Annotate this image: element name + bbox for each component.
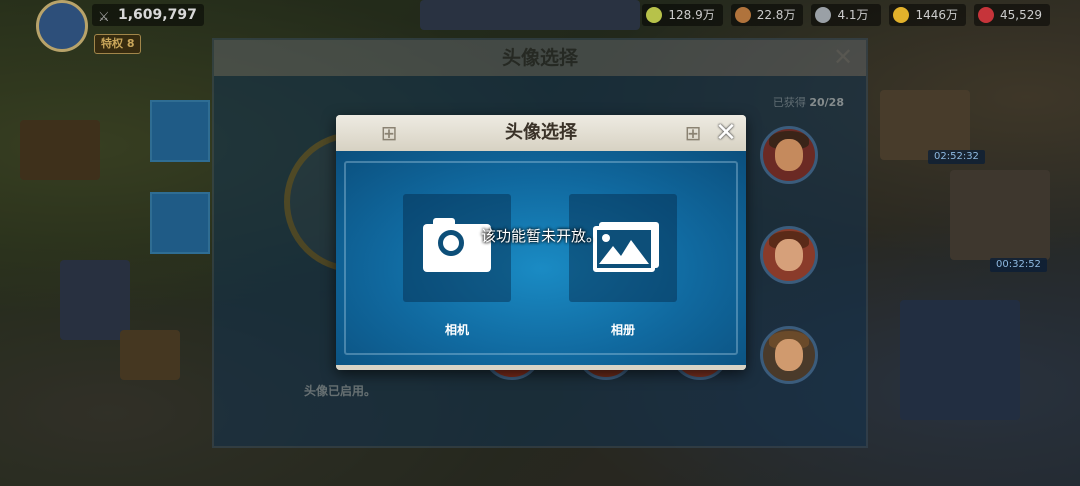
power-value: 1,609,797 — [118, 7, 197, 23]
vip-badge[interactable]: 特权 8 — [94, 34, 142, 54]
camera-label: 相机 — [444, 323, 469, 337]
gallery-label: 相册 — [610, 323, 635, 337]
tab-frame[interactable] — [150, 192, 210, 254]
toast-message: 该功能暂未开放。 — [480, 227, 601, 245]
portrait-face — [775, 339, 803, 371]
portrait-face — [775, 139, 803, 171]
build-timer[interactable]: 00:32:52 — [990, 258, 1047, 272]
resource-value: 4.1万 — [837, 8, 869, 22]
dialog-body: 相机 相册 该功能暂未开放。 — [336, 151, 746, 365]
resource-gem[interactable]: 45,529 — [974, 4, 1050, 26]
panel-title: 头像选择 — [214, 40, 866, 76]
gold-icon — [893, 7, 910, 23]
gem-icon — [978, 7, 994, 23]
resource-value: 45,529 — [1000, 8, 1042, 22]
avatar-option[interactable] — [760, 326, 818, 384]
sword-icon: ⚔ — [98, 10, 110, 25]
close-icon[interactable]: ✕ — [830, 44, 856, 70]
obtained-counter: 已获得 20/28 — [773, 94, 844, 110]
stone-icon — [815, 7, 832, 23]
resource-gold[interactable]: 1446万 — [889, 4, 966, 26]
food-icon — [646, 7, 663, 23]
resource-stone[interactable]: 4.1万 — [811, 4, 882, 26]
dialog-footer — [336, 365, 746, 370]
gallery-button[interactable] — [569, 194, 677, 302]
obtained-count: 20/28 — [809, 96, 844, 109]
portrait-face — [775, 239, 803, 271]
camera-button[interactable] — [403, 194, 511, 302]
resource-bar: 128.9万 22.8万 4.1万 1446万 45,529 — [642, 4, 1050, 26]
dialog-header: ⊞ ⊞ 头像选择 ✕ — [336, 115, 746, 151]
resource-value: 22.8万 — [756, 8, 796, 22]
build-timer[interactable]: 02:52:32 — [928, 150, 985, 164]
resource-value: 128.9万 — [668, 8, 715, 22]
resource-wood[interactable]: 22.8万 — [730, 4, 804, 26]
player-avatar[interactable] — [36, 0, 88, 52]
dialog-title: 头像选择 — [505, 122, 577, 143]
obtained-label: 已获得 — [772, 96, 806, 109]
wood-icon — [734, 7, 751, 23]
resource-value: 1446万 — [915, 8, 958, 22]
avatar-status-text: 头像已启用。 — [304, 384, 377, 398]
resource-food[interactable]: 128.9万 — [642, 4, 723, 26]
tab-avatar[interactable] — [150, 100, 210, 162]
avatar-option[interactable] — [760, 226, 818, 284]
avatar-source-dialog: ⊞ ⊞ 头像选择 ✕ 相机 相册 该功能暂未开放。 — [336, 115, 746, 370]
avatar-option[interactable] — [760, 126, 818, 184]
close-button[interactable]: ✕ — [712, 119, 740, 147]
power-display: ⚔ 1,609,797 — [92, 4, 204, 26]
